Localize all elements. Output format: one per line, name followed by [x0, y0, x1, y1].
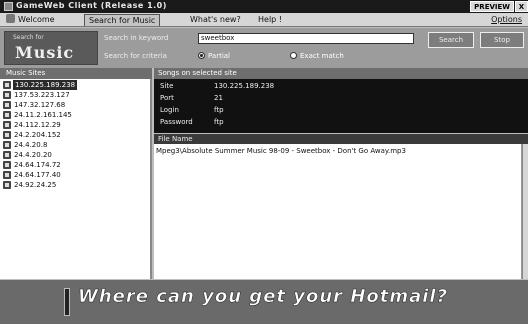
site-item[interactable]: 130.225.189.238 — [3, 80, 143, 90]
site-item[interactable]: 147.32.127.68 — [3, 100, 143, 110]
tab-label: What's new? — [190, 15, 241, 24]
site-item[interactable]: 24.112.12.29 — [3, 120, 143, 130]
detail-key: Port — [160, 94, 174, 102]
site-label: 130.225.189.238 — [13, 80, 78, 90]
server-icon — [3, 151, 11, 159]
preview-button[interactable]: PREVIEW — [470, 1, 514, 12]
match-label: Search for criteria — [104, 52, 167, 60]
site-label: 24.64.177.40 — [14, 171, 61, 179]
tab-label: Welcome — [18, 15, 55, 24]
music-logo: Search for Music — [4, 31, 98, 65]
logo-caption: Search for — [13, 34, 44, 41]
radio-label: Partial — [208, 52, 230, 60]
server-icon — [3, 81, 11, 89]
ad-banner[interactable]: Where can you get your Hotmail? — [0, 280, 528, 324]
title-bar: GameWeb Client (Release 1.0) PREVIEW X — [0, 0, 528, 13]
music-sites-header: Music Sites — [0, 68, 152, 79]
site-item[interactable]: 24.4.20.8 — [3, 140, 143, 150]
tab-label: Search for Music — [89, 16, 156, 25]
file-list[interactable]: Mpeg3\Absolute Summer Music 98-09 - Swee… — [154, 144, 522, 279]
detail-value: ftp — [214, 118, 224, 126]
server-icon — [3, 121, 11, 129]
server-icon — [3, 141, 11, 149]
site-details-panel: Site 130.225.189.238 Port 21 Login ftp Pass… — [154, 79, 528, 133]
detail-key: Site — [160, 82, 174, 90]
search-input[interactable]: sweetbox — [198, 33, 414, 44]
server-icon — [3, 91, 11, 99]
server-icon — [3, 171, 11, 179]
server-icon — [3, 181, 11, 189]
tab-search-music[interactable]: Search for Music — [84, 14, 161, 26]
ad-bar-icon — [64, 288, 70, 316]
detail-value: 21 — [214, 94, 223, 102]
logo-title: Music — [15, 43, 75, 62]
app-icon — [4, 2, 13, 11]
file-name-column-header[interactable]: File Name — [154, 134, 528, 144]
site-label: 24.2.204.152 — [14, 131, 61, 139]
radio-dot-icon — [290, 52, 297, 59]
site-item[interactable]: 24.92.24.25 — [3, 180, 143, 190]
radio-label: Exact match — [300, 52, 344, 60]
home-icon — [6, 14, 15, 23]
radio-dot-icon — [198, 52, 205, 59]
site-label: 137.53.223.127 — [14, 91, 70, 99]
site-label: 24.64.174.72 — [14, 161, 61, 169]
options-link[interactable]: Options — [487, 14, 526, 26]
radio-partial[interactable]: Partial — [198, 52, 230, 60]
stop-button[interactable]: Stop — [480, 32, 524, 48]
site-item[interactable]: 24.4.20.20 — [3, 150, 143, 160]
site-label: 24.11.2.161.145 — [14, 111, 72, 119]
tab-label: Help ! — [258, 15, 282, 24]
search-field-label: Search in keyword — [104, 34, 169, 42]
close-button[interactable]: X — [515, 1, 528, 12]
window-title: GameWeb Client (Release 1.0) — [16, 1, 167, 10]
site-label: 24.4.20.20 — [14, 151, 52, 159]
server-icon — [3, 101, 11, 109]
tab-bar: Welcome Search for Music What's new? Hel… — [0, 13, 528, 27]
detail-value: 130.225.189.238 — [214, 82, 275, 90]
ad-text: Where can you get your Hotmail? — [78, 286, 449, 308]
site-label: 24.92.24.25 — [14, 181, 57, 189]
app-window: GameWeb Client (Release 1.0) PREVIEW X W… — [0, 0, 528, 324]
site-item[interactable]: 137.53.223.127 — [3, 90, 143, 100]
site-item[interactable]: 24.2.204.152 — [3, 130, 143, 140]
site-label: 24.4.20.8 — [14, 141, 48, 149]
radio-exact[interactable]: Exact match — [290, 52, 344, 60]
tab-help[interactable]: Help ! — [254, 14, 286, 26]
file-row[interactable]: Mpeg3\Absolute Summer Music 98-09 - Swee… — [156, 146, 406, 156]
site-item[interactable]: 24.11.2.161.145 — [3, 110, 143, 120]
file-list-scrollbar[interactable] — [522, 144, 528, 279]
search-button[interactable]: Search — [428, 32, 474, 48]
tab-whats-new[interactable]: What's new? — [186, 14, 245, 26]
server-icon — [3, 111, 11, 119]
detail-key: Login — [160, 106, 179, 114]
site-item[interactable]: 24.64.177.40 — [3, 170, 143, 180]
server-icon — [3, 161, 11, 169]
detail-key: Password — [160, 118, 193, 126]
music-sites-list[interactable]: 130.225.189.238 137.53.223.127 147.32.12… — [0, 79, 152, 279]
detail-value: ftp — [214, 106, 224, 114]
site-label: 147.32.127.68 — [14, 101, 66, 109]
site-label: 24.112.12.29 — [14, 121, 61, 129]
search-banner: Search for Music Search in keyword sweet… — [0, 28, 528, 68]
site-item[interactable]: 24.64.174.72 — [3, 160, 143, 170]
tab-welcome[interactable]: Welcome — [2, 14, 59, 26]
server-icon — [3, 131, 11, 139]
songs-header: Songs on selected site — [154, 68, 528, 79]
